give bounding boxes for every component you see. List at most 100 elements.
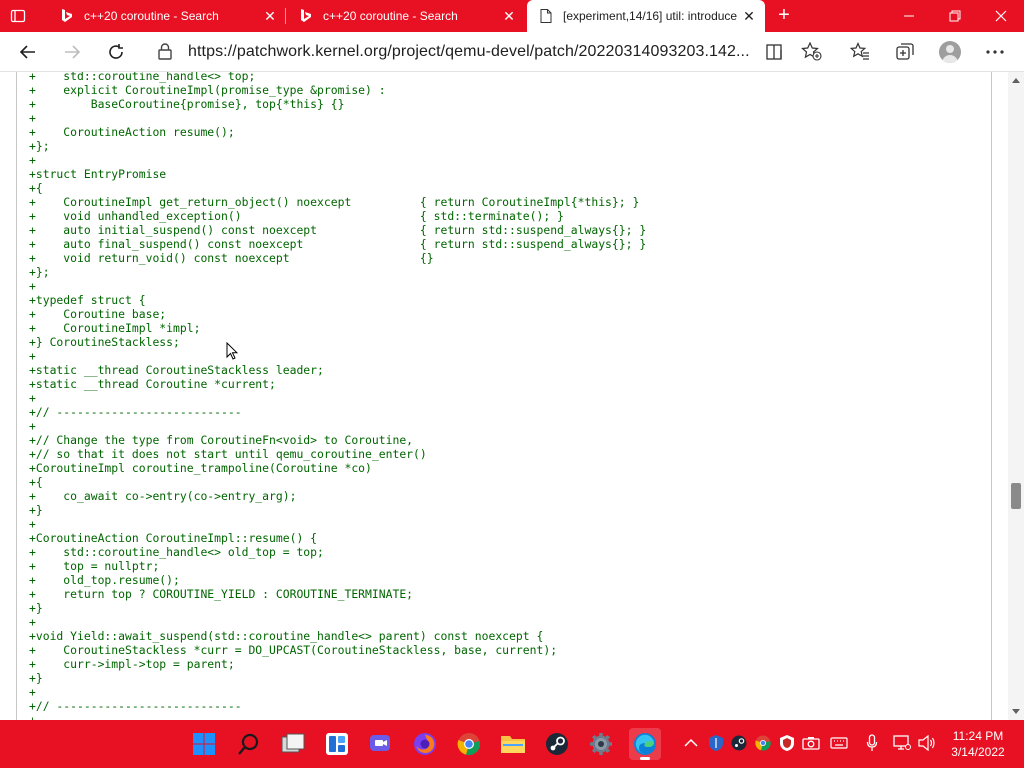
code-line: + [29,391,36,405]
code-line: +}; [29,265,50,279]
keyboard-icon[interactable] [830,734,848,752]
code-line: + [29,615,36,629]
clock-date: 3/14/2022 [951,745,1005,759]
mouse-cursor-icon [226,341,239,360]
collections-icon[interactable] [893,40,917,64]
volume-icon[interactable] [918,734,936,752]
close-tab-icon[interactable]: ✕ [739,6,759,26]
code-line: + co_await co->entry(co->entry_arg); [29,489,297,503]
vertical-scrollbar[interactable] [1008,72,1024,720]
scroll-up-icon[interactable] [1012,78,1020,83]
code-line: + CoroutineImpl *impl; [29,321,201,335]
code-line: +}; [29,139,50,153]
steam-tray-icon[interactable] [730,734,748,752]
forward-button[interactable] [58,38,86,66]
system-clock[interactable]: 11:24 PM 3/14/2022 [940,728,1016,760]
task-view-icon[interactable] [277,728,309,760]
code-line: + auto final_suspend() const noexcept { … [29,237,647,251]
tab-patchwork[interactable]: [experiment,14/16] util: introduce ✕ [527,0,765,32]
close-tab-icon[interactable]: ✕ [499,6,519,26]
browser-toolbar: https://patchwork.kernel.org/project/qem… [0,32,1024,72]
new-tab-button[interactable]: + [773,4,795,26]
bing-icon [60,9,74,23]
code-line: +{ [29,181,43,195]
edge-icon[interactable] [629,728,661,760]
widgets-icon[interactable] [321,728,353,760]
content-border [16,72,17,720]
back-button[interactable] [14,38,42,66]
profile-avatar[interactable] [939,41,961,63]
steam-icon[interactable] [541,728,573,760]
close-tab-icon[interactable]: ✕ [260,6,280,26]
tab-search-1[interactable]: c++20 coroutine - Search ✕ [48,0,286,32]
code-line: + void unhandled_exception() { std::term… [29,209,564,223]
refresh-button[interactable] [102,38,130,66]
tab-search-2[interactable]: c++20 coroutine - Search ✕ [287,0,525,32]
code-line: + BaseCoroutine{promise}, top{*this} {} [29,97,345,111]
code-line: + explicit CoroutineImpl(promise_type &p… [29,83,386,97]
microphone-icon[interactable] [863,734,881,752]
security-shield-icon[interactable] [707,734,725,752]
code-line: +// so that it does not start until qemu… [29,447,427,461]
url-path: /project/qemu-devel/patch/20220314093203… [387,43,750,60]
scrollbar-thumb[interactable] [1011,483,1021,509]
code-line: + auto initial_suspend() const noexcept … [29,223,647,237]
code-line: +static __thread Coroutine *current; [29,377,276,391]
code-line: + old_top.resume(); [29,573,180,587]
code-line: +// Change the type from CoroutineFn<voi… [29,433,414,447]
chrome-tray-icon[interactable] [754,734,772,752]
code-line: + CoroutineImpl get_return_object() noex… [29,195,640,209]
code-line: + [29,419,36,433]
code-line: + curr->impl->top = parent; [29,657,235,671]
code-line: + [29,713,36,720]
content-border [991,72,992,720]
add-favorite-icon[interactable] [800,40,824,64]
start-icon[interactable] [188,728,220,760]
chrome-icon[interactable] [453,728,485,760]
lock-icon[interactable] [158,43,174,61]
immersive-reader-icon[interactable] [764,40,788,64]
address-bar[interactable]: https://patchwork.kernel.org/project/qem… [146,36,834,68]
camera-icon[interactable] [802,734,820,752]
vpn-shield-icon[interactable] [778,734,796,752]
chat-icon[interactable] [365,728,397,760]
close-window-button[interactable] [978,0,1024,32]
favorites-icon[interactable] [848,40,872,64]
tab-actions-icon[interactable] [10,8,26,24]
code-line: + Coroutine base; [29,307,167,321]
url-text[interactable]: https://patchwork.kernel.org/project/qem… [188,43,750,61]
page-content: + std::coroutine_handle<> top; + explicit… [0,72,1008,720]
minimize-button[interactable] [886,0,932,32]
search-icon[interactable] [233,728,265,760]
tab-strip: c++20 coroutine - Search ✕ c++20 corouti… [0,0,1024,32]
code-line: + [29,685,36,699]
code-line: + return top ? COROUTINE_YIELD : COROUTI… [29,587,414,601]
tab-title: c++20 coroutine - Search [84,9,219,23]
code-line: +typedef struct { [29,293,146,307]
code-line: + [29,349,36,363]
code-line: + [29,111,36,125]
code-line: +} [29,601,43,615]
restore-button[interactable] [932,0,978,32]
code-line: +CoroutineImpl coroutine_trampoline(Coro… [29,461,372,475]
code-line: + top = nullptr; [29,559,160,573]
more-options-icon[interactable] [983,40,1007,64]
code-line: +{ [29,475,43,489]
code-line: + std::coroutine_handle<> old_top = top; [29,545,324,559]
scroll-down-icon[interactable] [1012,709,1020,714]
chevron-up-icon[interactable] [682,734,700,752]
code-line: + CoroutineAction resume(); [29,125,235,139]
url-host: https://patchwork.kernel.org [188,43,388,60]
code-line: + [29,153,36,167]
code-line: + CoroutineStackless *curr = DO_UPCAST(C… [29,643,558,657]
display-icon[interactable] [893,734,911,752]
clock-time: 11:24 PM [952,729,1004,743]
file-explorer-icon[interactable] [497,728,529,760]
code-line: +} [29,503,43,517]
document-icon [539,9,553,23]
firefox-icon[interactable] [409,728,441,760]
tab-title: [experiment,14/16] util: introduce [563,9,738,23]
code-line: +void Yield::await_suspend(std::coroutin… [29,629,544,643]
bing-icon [299,9,313,23]
settings-icon[interactable] [585,728,617,760]
